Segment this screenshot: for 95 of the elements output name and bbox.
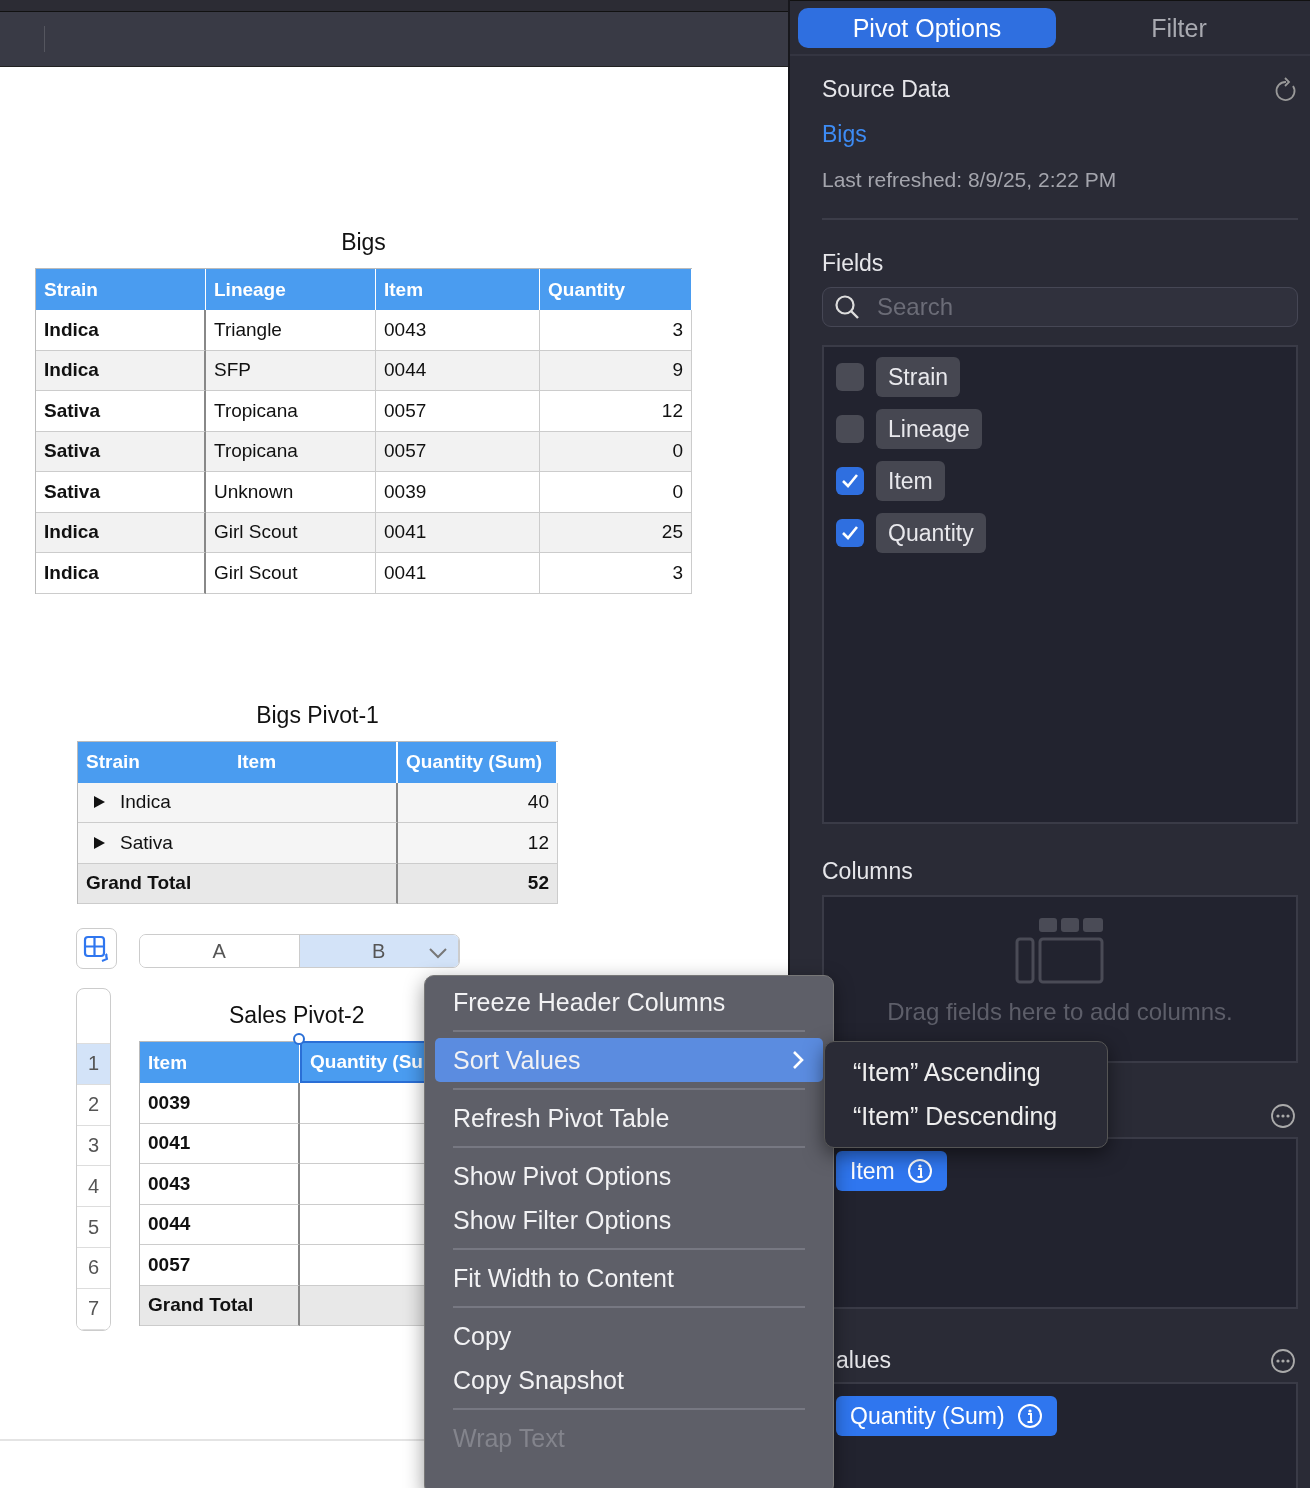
menu-item[interactable]: Show Pivot Options — [435, 1154, 823, 1198]
section-heading: Source Data — [822, 76, 950, 103]
column-header: Quantity (Sum) — [398, 741, 558, 783]
disclosure-triangle-icon[interactable] — [92, 795, 106, 810]
menu-item[interactable]: “Item” Ascending — [853, 1050, 1107, 1094]
table-cell: Tropicana — [206, 431, 376, 472]
table-cell: Tropicana — [206, 391, 376, 432]
search-field[interactable]: Search — [822, 287, 1298, 327]
menu-item[interactable]: “Item” Descending — [853, 1094, 1107, 1138]
section-heading: alues — [836, 1347, 891, 1374]
table-cell: 0057 — [376, 431, 540, 472]
more-icon — [1270, 1103, 1296, 1129]
table-cell: Grand Total — [140, 1285, 300, 1326]
table-title: Bigs — [340, 229, 387, 256]
menu-item[interactable]: Fit Width to Content — [435, 1256, 823, 1300]
field-chip[interactable]: Lineage — [876, 409, 982, 449]
table-cell: Sativa — [36, 391, 206, 432]
table-cell: 0057 — [140, 1245, 300, 1286]
table-title: Sales Pivot-2 — [229, 1002, 366, 1029]
last-refreshed-text: Last refreshed: 8/9/25, 2:22 PM — [822, 168, 1118, 192]
table-cell: 0044 — [140, 1204, 300, 1245]
menu-item[interactable]: Refresh Pivot Table — [435, 1096, 823, 1140]
caret-icon[interactable] — [428, 947, 448, 959]
table-cell: Girl Scout — [206, 512, 376, 553]
table-cell: 52 — [398, 863, 558, 904]
column-letter[interactable]: A — [140, 935, 300, 967]
menu-item[interactable]: Sort Values — [435, 1038, 823, 1082]
table-cell: 0057 — [376, 391, 540, 432]
table-cell: Grand Total — [78, 863, 398, 904]
table-cell: Triangle — [206, 310, 376, 351]
search-icon — [834, 294, 860, 320]
checkbox[interactable] — [836, 415, 864, 443]
table-cell: Indica — [36, 350, 206, 391]
column-header: Quantity — [540, 269, 692, 310]
table-cell: Sativa — [36, 472, 206, 513]
table-cell: Indica — [36, 310, 206, 351]
field-chip[interactable]: Item — [836, 1151, 947, 1191]
field-chip[interactable]: Item — [876, 461, 945, 501]
section-heading: Columns — [822, 858, 914, 885]
disclosure-triangle-icon[interactable] — [92, 835, 106, 850]
tab[interactable]: Filter — [1056, 8, 1302, 48]
table-cell: 0039 — [140, 1083, 300, 1124]
column-header: Item — [140, 1041, 300, 1083]
column-header: Item — [376, 269, 540, 310]
table-cell: 0041 — [376, 553, 540, 594]
table-cell: 0 — [540, 431, 692, 472]
checkbox[interactable] — [836, 519, 864, 547]
field-chip[interactable]: Quantity — [876, 513, 986, 553]
table-cell: Sativa — [78, 823, 398, 864]
table-cell: SFP — [206, 350, 376, 391]
table-cell: 40 — [398, 782, 558, 823]
table-cell: 9 — [540, 350, 692, 391]
more-icon — [1270, 1347, 1296, 1374]
menu-item[interactable]: Copy — [435, 1314, 823, 1358]
table-cell: 0044 — [376, 350, 540, 391]
column-header: Lineage — [206, 269, 376, 310]
checkbox[interactable] — [836, 467, 864, 495]
table-cell: 0043 — [140, 1164, 300, 1205]
field-chip[interactable]: Strain — [876, 357, 961, 397]
table-cell: Unknown — [206, 472, 376, 513]
field-chip[interactable]: Quantity (Sum) — [836, 1396, 1057, 1436]
table-cell: 25 — [540, 512, 692, 553]
table-cell: 12 — [540, 391, 692, 432]
table-cell: 0043 — [376, 310, 540, 351]
checkbox[interactable] — [836, 363, 864, 391]
column-letter[interactable]: B — [299, 935, 459, 967]
column-header: Strain — [36, 269, 206, 310]
info-icon — [1016, 1403, 1043, 1429]
table-options-button[interactable] — [76, 928, 117, 969]
table-cell: 3 — [540, 310, 692, 351]
menu-item[interactable]: Copy Snapshot — [435, 1358, 823, 1402]
row-header[interactable]: 1 — [77, 1044, 110, 1085]
columns-placeholder-icon — [1015, 917, 1105, 984]
table-cell: Girl Scout — [206, 553, 376, 594]
table-cell: 0039 — [376, 472, 540, 513]
table-cell: 0 — [540, 472, 692, 513]
selection-handle[interactable] — [293, 1033, 305, 1045]
tab[interactable]: Pivot Options — [798, 8, 1056, 48]
table-cell: 3 — [540, 553, 692, 594]
table-cell: 12 — [398, 823, 558, 864]
drop-hint: Drag fields here to add columns. — [887, 998, 1233, 1026]
info-icon — [906, 1158, 933, 1184]
table-cell: Indica — [78, 782, 398, 823]
refresh-icon[interactable] — [1274, 76, 1298, 103]
table-cell: 0041 — [376, 512, 540, 553]
menu-item[interactable]: Freeze Header Columns — [435, 980, 823, 1024]
table-cell: Sativa — [36, 431, 206, 472]
table-cell: 0041 — [140, 1123, 300, 1164]
table-title: Bigs Pivot-1 — [255, 701, 380, 729]
source-table-link[interactable]: Bigs — [822, 121, 1298, 148]
menu-item[interactable]: Show Filter Options — [435, 1198, 823, 1242]
table-cell: Indica — [36, 553, 206, 594]
table-cell: Indica — [36, 512, 206, 553]
column-header: Strain Item — [78, 741, 398, 783]
section-heading: Fields — [822, 250, 885, 277]
